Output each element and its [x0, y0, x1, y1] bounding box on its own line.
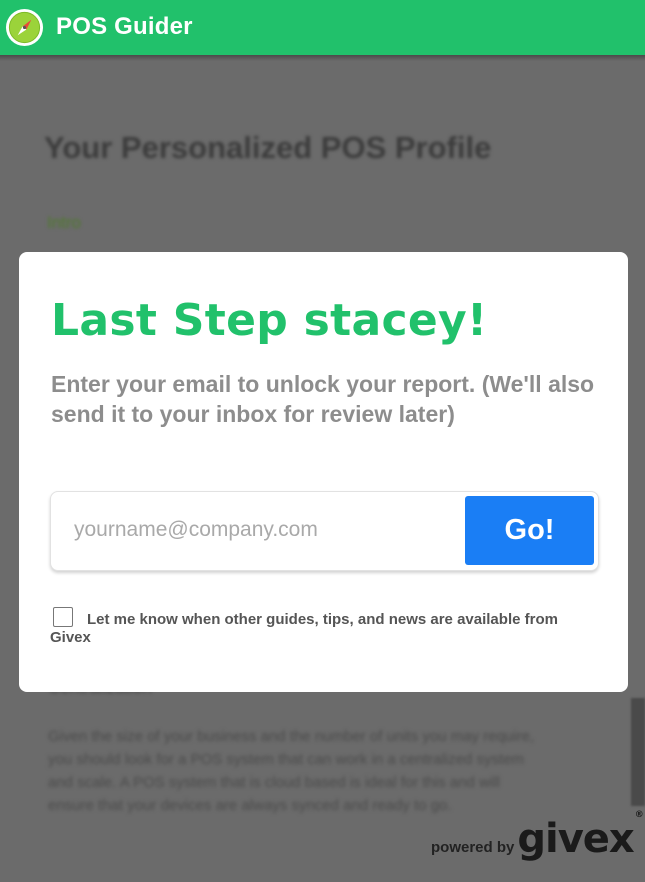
optin-label: Let me know when other guides, tips, and… — [50, 611, 558, 646]
go-button[interactable]: Go! — [465, 496, 594, 565]
background-side-element — [631, 698, 645, 806]
powered-by-text: powered by — [431, 839, 515, 856]
email-input[interactable] — [52, 493, 462, 567]
intro-link: Intro — [47, 213, 82, 232]
modal-subtitle: Enter your email to unlock your report. … — [51, 371, 595, 427]
optin-row: Let me know when other guides, tips, and… — [50, 607, 600, 647]
section-paragraph: Given the size of your business and the … — [48, 728, 535, 814]
email-gate-modal: Last Step stacey! Enter your email to un… — [19, 252, 628, 692]
email-form: Go! — [50, 491, 599, 571]
modal-title: Last Step stacey! — [51, 295, 488, 346]
app-brand[interactable]: POS Guider — [56, 13, 193, 41]
compass-icon[interactable] — [5, 8, 44, 47]
optin-checkbox[interactable] — [53, 607, 73, 627]
app-header: POS Guider — [0, 0, 645, 55]
page-title: Your Personalized POS Profile — [44, 130, 492, 165]
powered-by-givex: powered by givex® — [431, 810, 644, 862]
givex-logo: givex® — [517, 810, 643, 862]
